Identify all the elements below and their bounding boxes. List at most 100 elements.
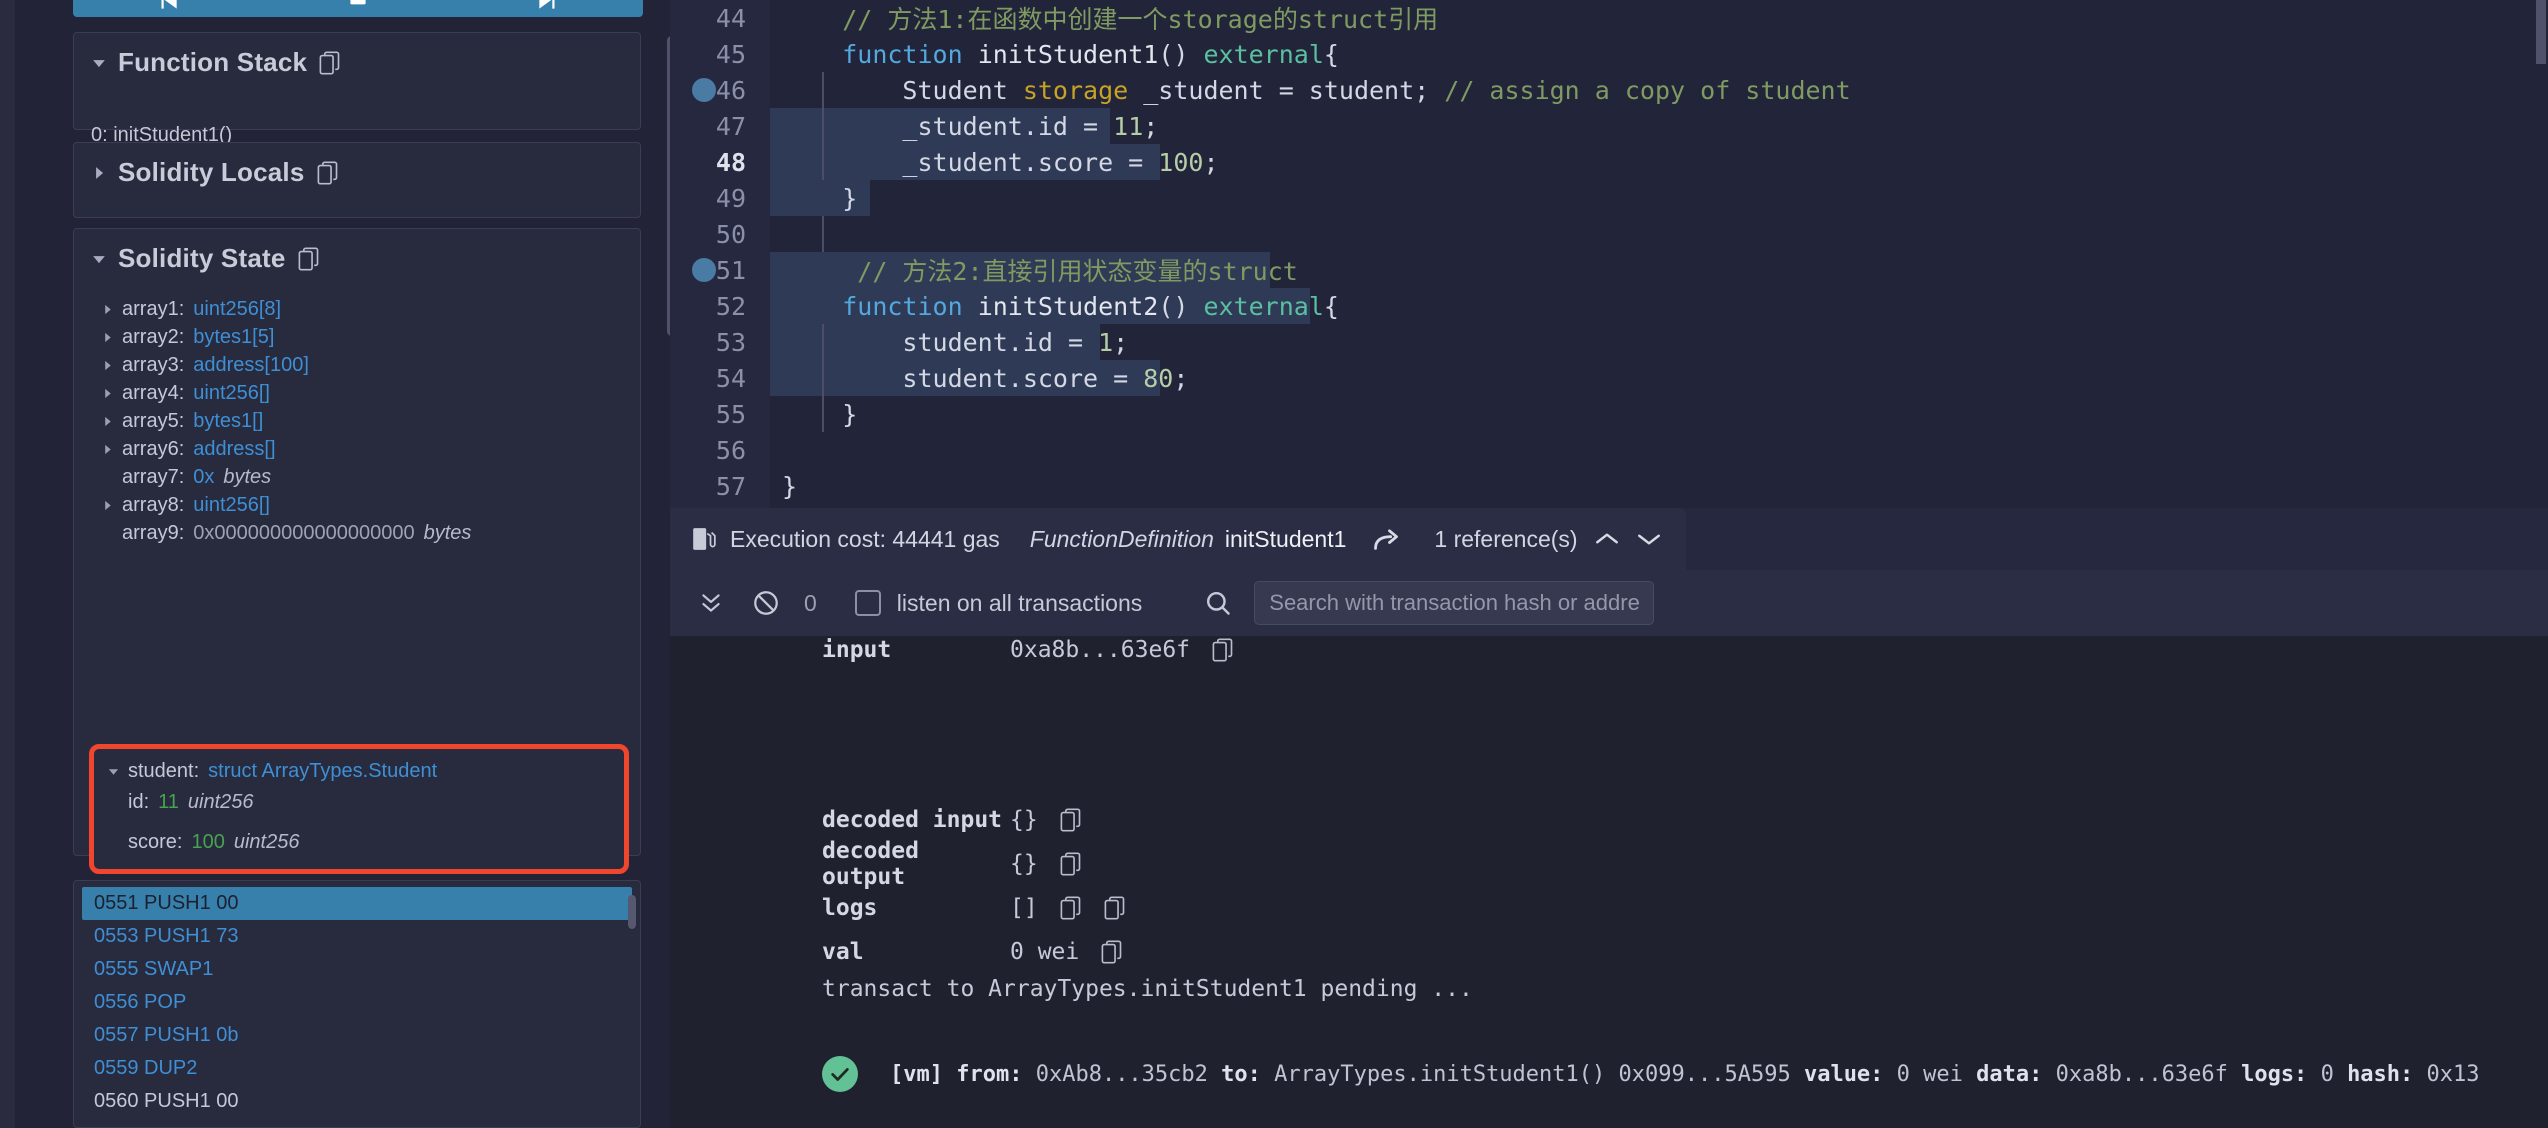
copy-icon[interactable]	[1060, 852, 1082, 876]
student-field-id-type: uint256	[188, 791, 254, 814]
code-text[interactable]: student.id = 1;	[782, 328, 1128, 357]
assembly-row[interactable]: 0556 POP	[82, 986, 632, 1019]
student-field-id: id: 11 uint256	[102, 788, 616, 819]
stop-icon[interactable]	[328, 0, 388, 15]
state-row-array3[interactable]: array3:address[100]	[92, 352, 622, 380]
chevron-down-icon[interactable]	[92, 252, 106, 266]
code-text[interactable]: }	[782, 472, 797, 501]
code-line[interactable]: 47 _student.id = 11;	[670, 108, 2548, 144]
state-row-array1[interactable]: array1:uint256[8]	[92, 296, 622, 324]
vm-log-row[interactable]: [vm] from: 0xAb8...35cb2 to: ArrayTypes.…	[670, 1056, 2548, 1092]
state-row-array4[interactable]: array4:uint256[]	[92, 380, 622, 408]
chevron-up-icon[interactable]	[1594, 530, 1620, 548]
state-row-array9: array9:0x000000000000000000bytes	[92, 520, 622, 548]
code-line[interactable]: 53 student.id = 1;	[670, 324, 2548, 360]
assembly-row[interactable]: 0551 PUSH1 00	[82, 887, 632, 920]
state-row-name: array7:	[122, 466, 184, 489]
terminal-toolbar: 0 listen on all transactions	[670, 570, 2548, 636]
code-text[interactable]: }	[782, 184, 857, 213]
copy-icon[interactable]	[1101, 940, 1123, 964]
code-line[interactable]: 48 _student.score = 100;	[670, 144, 2548, 180]
chevron-right-icon[interactable]	[102, 332, 113, 344]
listen-all-transactions-checkbox[interactable]	[855, 590, 881, 616]
search-input[interactable]	[1254, 581, 1654, 625]
assembly-instructions-list[interactable]: 0551 PUSH1 000553 PUSH1 730555 SWAP10556…	[73, 880, 641, 1128]
solidity-state-list: array1:uint256[8]array2:bytes1[5]array3:…	[74, 280, 640, 562]
code-text[interactable]: _student.id = 11;	[782, 112, 1158, 141]
transaction-detail-key: decoded input	[670, 807, 1010, 833]
assembly-scrollbar[interactable]	[628, 895, 636, 929]
code-line[interactable]: 52 function initStudent2() external{	[670, 288, 2548, 324]
state-row-array8[interactable]: array8:uint256[]	[92, 492, 622, 520]
code-text[interactable]: // 方法1:在函数中创建一个storage的struct引用	[782, 0, 1438, 36]
line-number: 51	[670, 256, 770, 285]
chevron-down-icon[interactable]	[1636, 530, 1662, 548]
jump-to-reference-icon[interactable]	[1372, 526, 1400, 552]
code-line[interactable]: 55 }	[670, 396, 2548, 432]
code-text[interactable]: }	[782, 400, 857, 429]
copy-icon[interactable]	[298, 247, 320, 271]
state-row-array6[interactable]: array6:address[]	[92, 436, 622, 464]
chevron-right-icon[interactable]	[102, 360, 113, 372]
copy-icon[interactable]	[317, 161, 339, 185]
line-number: 47	[670, 112, 770, 141]
copy-icon[interactable]	[1104, 896, 1126, 920]
terminal-output[interactable]: [vm] from: 0xAb8...35cb2 to: ArrayTypes.…	[670, 636, 2548, 1128]
student-struct-highlight[interactable]: student: struct ArrayTypes.Student id: 1…	[89, 744, 629, 874]
chevron-right-icon[interactable]	[102, 388, 113, 400]
chevron-right-icon[interactable]	[102, 304, 113, 316]
panel-solidity-locals[interactable]: Solidity Locals	[73, 142, 641, 218]
code-text[interactable]: function initStudent2() external{	[782, 292, 1339, 321]
panel-solidity-locals-header[interactable]: Solidity Locals	[74, 143, 640, 194]
chevron-right-icon[interactable]	[102, 444, 113, 456]
code-text[interactable]: _student.score = 100;	[782, 148, 1219, 177]
code-text[interactable]: student.score = 80;	[782, 364, 1188, 393]
chevron-right-icon[interactable]	[102, 416, 113, 428]
sidebar-bottom-strip	[0, 1110, 15, 1128]
step-forward-icon[interactable]	[518, 0, 578, 15]
panel-solidity-state-header[interactable]: Solidity State	[74, 229, 640, 280]
code-line[interactable]: 51 // 方法2:直接引用状态变量的struct	[670, 252, 2548, 288]
state-row-array5[interactable]: array5:bytes1[]	[92, 408, 622, 436]
search-icon[interactable]	[1204, 589, 1232, 617]
assembly-row[interactable]: 0559 DUP2	[82, 1052, 632, 1085]
chevron-right-icon[interactable]	[102, 500, 113, 512]
chevron-down-icon[interactable]	[108, 766, 119, 778]
debugger-stepper-toolbar[interactable]	[73, 0, 643, 17]
state-row-name: array2:	[122, 326, 184, 349]
code-line[interactable]: 45 function initStudent1() external{	[670, 36, 2548, 72]
code-text[interactable]: // 方法2:直接引用状态变量的struct	[782, 252, 1298, 288]
code-line[interactable]: 54 student.score = 80;	[670, 360, 2548, 396]
step-back-icon[interactable]	[138, 0, 198, 15]
code-line[interactable]: 46 Student storage _student = student; /…	[670, 72, 2548, 108]
assembly-row[interactable]: 0557 PUSH1 0b	[82, 1019, 632, 1052]
student-field-score-value: 100	[191, 831, 224, 854]
code-line[interactable]: 57}	[670, 468, 2548, 504]
transaction-detail-key: val	[670, 939, 1010, 965]
state-row-name: array1:	[122, 298, 184, 321]
assembly-row[interactable]: 0560 PUSH1 00	[82, 1085, 632, 1118]
assembly-row[interactable]: 0553 PUSH1 73	[82, 920, 632, 953]
copy-icon[interactable]	[1060, 896, 1082, 920]
panel-function-stack[interactable]: Function Stack	[73, 32, 641, 130]
student-struct-header[interactable]: student: struct ArrayTypes.Student	[102, 757, 616, 788]
editor-and-terminal: 44 // 方法1:在函数中创建一个storage的struct引用45 fun…	[670, 0, 2548, 1128]
code-text[interactable]: Student storage _student = student; // a…	[782, 76, 1851, 105]
code-text[interactable]: function initStudent1() external{	[782, 40, 1339, 69]
copy-icon[interactable]	[319, 51, 341, 75]
state-row-array2[interactable]: array2:bytes1[5]	[92, 324, 622, 352]
code-line[interactable]: 49 }	[670, 180, 2548, 216]
chevron-right-icon[interactable]	[92, 166, 106, 180]
panel-function-stack-header[interactable]: Function Stack	[74, 33, 640, 84]
transaction-detail-row: val0 wei	[670, 926, 2548, 978]
code-editor[interactable]: 44 // 方法1:在函数中创建一个storage的struct引用45 fun…	[670, 0, 2548, 508]
clear-console-icon[interactable]	[752, 589, 780, 617]
copy-icon[interactable]	[1212, 638, 1234, 662]
code-line[interactable]: 44 // 方法1:在函数中创建一个storage的struct引用	[670, 0, 2548, 36]
code-line[interactable]: 56	[670, 432, 2548, 468]
chevron-down-icon[interactable]	[92, 56, 106, 70]
assembly-row[interactable]: 0555 SWAP1	[82, 953, 632, 986]
code-line[interactable]: 50	[670, 216, 2548, 252]
collapse-all-icon[interactable]	[698, 590, 724, 616]
copy-icon[interactable]	[1060, 808, 1082, 832]
